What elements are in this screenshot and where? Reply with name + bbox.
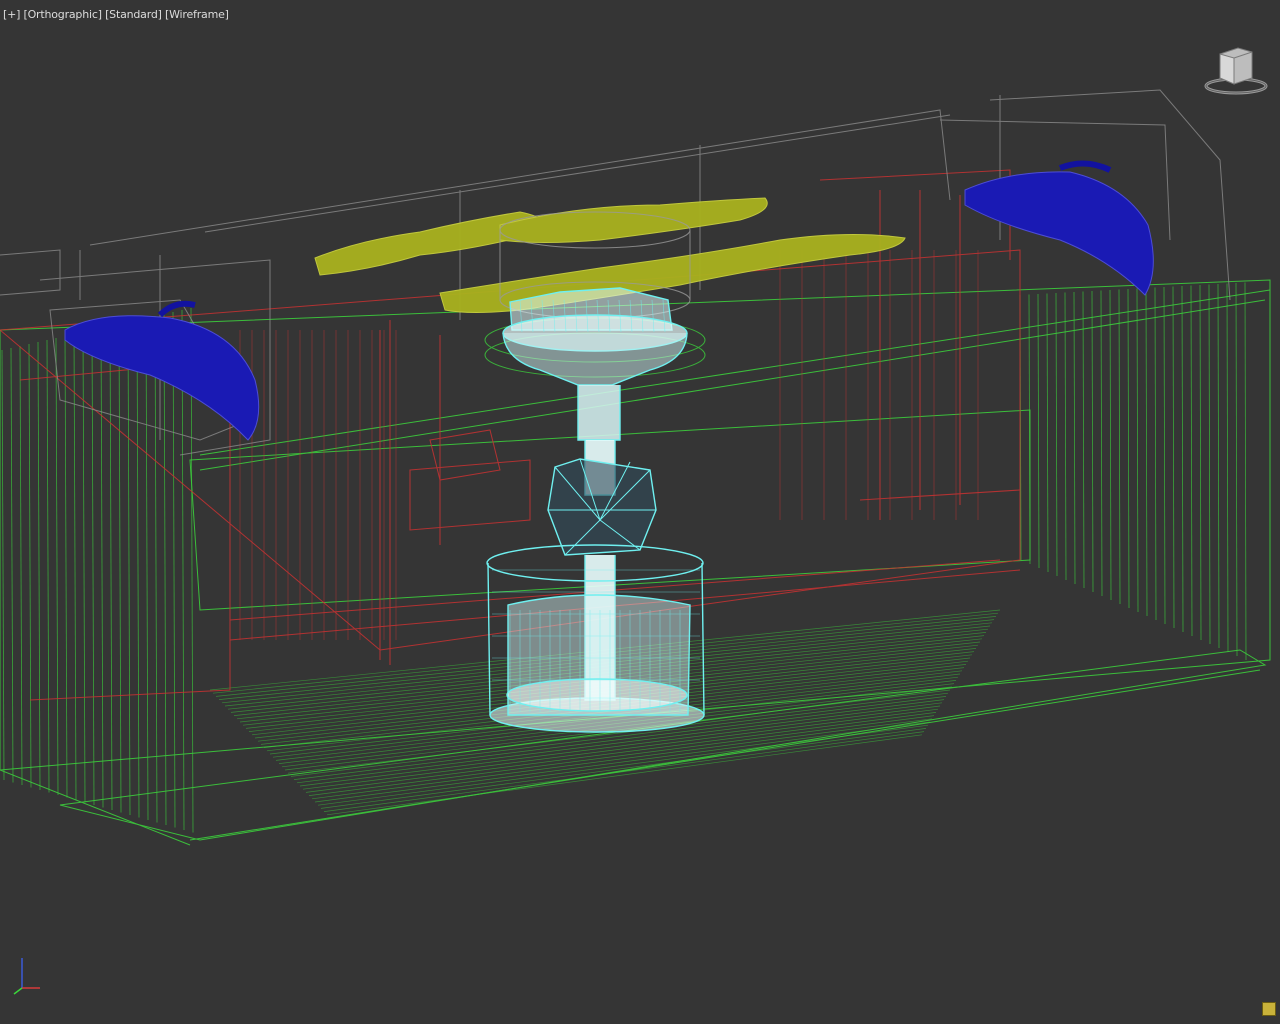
wire-segment — [1181, 285, 1184, 633]
wire-segment — [1118, 289, 1121, 605]
mini-curve-editor-icon[interactable] — [1262, 1002, 1276, 1016]
wire-segment — [1055, 292, 1058, 577]
wire-segment — [91, 329, 95, 806]
viewcube-icon[interactable] — [1200, 42, 1270, 100]
selected-stand-object[interactable] — [486, 287, 705, 733]
wire-segment — [1073, 291, 1076, 585]
wire-segment — [136, 319, 140, 818]
wire-segment — [1028, 294, 1031, 565]
wire-segment — [1226, 283, 1229, 653]
wire-segment — [46, 339, 50, 793]
wire-segment — [1145, 287, 1148, 617]
wire-segment — [100, 327, 104, 808]
wire-segment — [1082, 291, 1085, 589]
enclosure-side-ribs-right — [1019, 282, 1247, 661]
wire-segment — [1109, 289, 1112, 601]
wire-segment — [109, 325, 113, 811]
wire-segment — [1154, 287, 1157, 621]
wire-segment — [1235, 282, 1238, 657]
wire-segment — [1091, 290, 1094, 593]
wire-segment — [1037, 293, 1040, 569]
wire-segment — [1172, 286, 1175, 629]
wire-segment — [118, 323, 122, 813]
wire-segment — [37, 341, 41, 791]
wire-segment — [1217, 283, 1220, 649]
wire-segment — [19, 345, 23, 786]
wireframe-scene[interactable] — [0, 0, 1280, 1024]
wire-segment — [10, 347, 14, 783]
perspective-viewport[interactable]: [+] [Orthographic] [Standard] [Wireframe… — [0, 0, 1280, 1024]
wire-segment — [1046, 293, 1049, 573]
wire-segment — [1199, 284, 1202, 641]
wire-segment — [172, 311, 176, 828]
viewport-label-menu[interactable]: [+] [Orthographic] [Standard] [Wireframe… — [3, 8, 229, 21]
wire-segment — [55, 337, 59, 796]
wire-segment — [1208, 284, 1211, 645]
wire-segment — [1127, 288, 1130, 609]
wire-segment — [1136, 288, 1139, 613]
enclosure-side-ribs-left — [1, 307, 194, 833]
wire-segment — [1100, 290, 1103, 597]
wire-segment — [145, 317, 149, 821]
wire-segment — [28, 343, 32, 788]
viewport-plus-menu[interactable]: [+] — [3, 8, 20, 21]
wire-segment — [1190, 285, 1193, 637]
wire-segment — [64, 335, 68, 798]
viewport-standard-menu[interactable]: [Standard] — [105, 8, 162, 21]
wire-segment — [1064, 292, 1067, 581]
wire-segment — [82, 331, 86, 803]
axis-tripod-icon — [13, 958, 40, 995]
viewport-point-of-view-menu[interactable]: [Orthographic] — [24, 8, 102, 21]
wire-segment — [1244, 282, 1247, 661]
wire-segment — [154, 315, 158, 823]
fan-right[interactable] — [964, 160, 1154, 296]
viewport-shading-menu[interactable]: [Wireframe] — [165, 8, 229, 21]
wire-segment — [1163, 286, 1166, 625]
wire-segment — [1, 349, 5, 781]
wire-segment — [127, 321, 131, 816]
fan-left[interactable] — [64, 300, 260, 441]
wire-segment — [163, 313, 167, 826]
